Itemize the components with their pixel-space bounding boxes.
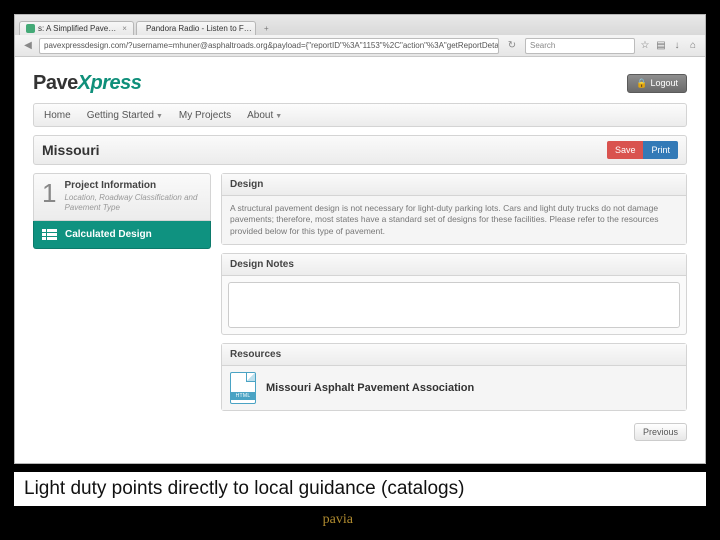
page-title-bar: Missouri Save Print xyxy=(33,135,687,165)
design-body: A structural pavement design is not nece… xyxy=(222,196,686,244)
logout-label: Logout xyxy=(650,78,678,88)
close-icon[interactable]: × xyxy=(122,24,127,33)
footer-brand-a: pavia xyxy=(323,512,353,527)
resource-title: Missouri Asphalt Pavement Association xyxy=(266,382,474,394)
bookmark-icon[interactable]: ☆ xyxy=(639,40,651,51)
print-button[interactable]: Print xyxy=(643,141,678,159)
page-content: PaveXpress 🔒 Logout Home Getting Started… xyxy=(15,57,705,463)
panel-icon[interactable]: ▤ xyxy=(655,40,667,51)
favicon-icon xyxy=(26,24,35,33)
design-notes-textarea[interactable] xyxy=(228,282,680,328)
logo-left: Pave xyxy=(33,72,78,94)
reload-icon[interactable]: ↻ xyxy=(503,39,521,53)
step-project-info[interactable]: 1 Project Information Location, Roadway … xyxy=(33,173,211,221)
file-type-label: HTML xyxy=(231,392,255,400)
nav-my-projects[interactable]: My Projects xyxy=(179,110,231,121)
design-panel: Design A structural pavement design is n… xyxy=(221,173,687,245)
lock-icon: 🔒 xyxy=(636,78,647,89)
logout-button[interactable]: 🔒 Logout xyxy=(627,74,687,93)
logo: PaveXpress xyxy=(33,72,141,95)
footer-brand-b: systems xyxy=(353,512,397,527)
wizard-steps: 1 Project Information Location, Roadway … xyxy=(33,173,211,441)
new-tab-button[interactable]: + xyxy=(258,22,275,35)
pager-row: Previous xyxy=(221,423,687,441)
tab-label: Pandora Radio - Listen to F… xyxy=(146,24,252,33)
step-text: Project Information Location, Roadway Cl… xyxy=(64,180,202,212)
slide: s: A Simplified Pave… × Pandora Radio - … xyxy=(0,0,720,540)
design-notes-header: Design Notes xyxy=(222,254,686,276)
browser-toolbar: ◀ pavexpressdesign.com/?username=mhuner@… xyxy=(15,35,705,57)
url-bar[interactable]: pavexpressdesign.com/?username=mhuner@as… xyxy=(39,38,499,54)
design-notes-panel: Design Notes xyxy=(221,253,687,335)
previous-button[interactable]: Previous xyxy=(634,423,687,441)
home-icon[interactable]: ⌂ xyxy=(687,40,699,51)
logo-right: Xpress xyxy=(78,72,142,94)
slide-caption: Light duty points directly to local guid… xyxy=(14,472,706,506)
nav-home[interactable]: Home xyxy=(44,110,71,121)
right-column: Design A structural pavement design is n… xyxy=(221,173,687,441)
nav-menu: Home Getting Started▼ My Projects About▼ xyxy=(33,103,687,127)
nav-getting-started[interactable]: Getting Started▼ xyxy=(87,110,163,121)
slide-footer: paviasystems xyxy=(14,512,706,528)
title-actions: Save Print xyxy=(607,141,678,159)
step-title: Project Information xyxy=(64,180,202,191)
page-title: Missouri xyxy=(42,142,100,158)
search-input[interactable]: Search xyxy=(525,38,635,54)
browser-tab[interactable]: Pandora Radio - Listen to F… × xyxy=(136,21,256,35)
download-icon[interactable]: ↓ xyxy=(671,40,683,51)
nav-about[interactable]: About▼ xyxy=(247,110,282,121)
step-number: 1 xyxy=(42,180,56,212)
step-subtitle: Location, Roadway Classification and Pav… xyxy=(64,193,202,212)
save-button[interactable]: Save xyxy=(607,141,644,159)
resource-item[interactable]: HTML Missouri Asphalt Pavement Associati… xyxy=(222,366,686,410)
main-columns: 1 Project Information Location, Roadway … xyxy=(33,173,687,441)
step-calculated-design[interactable]: Calculated Design xyxy=(33,221,211,249)
chevron-down-icon: ▼ xyxy=(275,113,282,120)
browser-tabstrip: s: A Simplified Pave… × Pandora Radio - … xyxy=(15,15,705,35)
tab-label: s: A Simplified Pave… xyxy=(38,24,116,33)
chevron-down-icon: ▼ xyxy=(156,113,163,120)
design-header: Design xyxy=(222,174,686,196)
resources-header: Resources xyxy=(222,344,686,366)
calculated-label: Calculated Design xyxy=(65,229,152,240)
html-file-icon: HTML xyxy=(230,372,256,404)
browser-window: s: A Simplified Pave… × Pandora Radio - … xyxy=(14,14,706,464)
list-icon xyxy=(42,229,57,240)
resources-panel: Resources HTML Missouri Asphalt Pavement… xyxy=(221,343,687,411)
header-row: PaveXpress 🔒 Logout xyxy=(33,65,687,101)
back-icon[interactable]: ◀ xyxy=(21,39,35,53)
browser-tab[interactable]: s: A Simplified Pave… × xyxy=(19,21,134,35)
